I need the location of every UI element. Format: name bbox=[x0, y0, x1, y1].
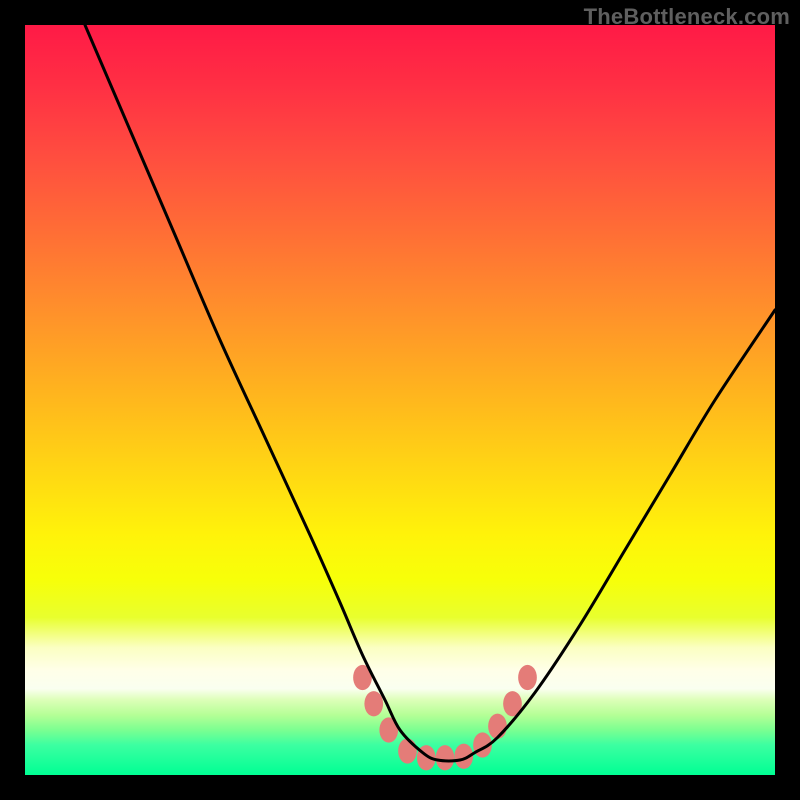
bottleneck-curve bbox=[85, 25, 775, 761]
watermark-text: TheBottleneck.com bbox=[584, 4, 790, 30]
curve-marker bbox=[364, 691, 383, 716]
curve-marker bbox=[488, 714, 507, 739]
markers-group bbox=[353, 665, 537, 771]
chart-svg bbox=[25, 25, 775, 775]
curve-marker bbox=[398, 738, 417, 763]
curve-marker bbox=[436, 745, 455, 770]
chart-area bbox=[25, 25, 775, 775]
curve-marker bbox=[518, 665, 537, 690]
